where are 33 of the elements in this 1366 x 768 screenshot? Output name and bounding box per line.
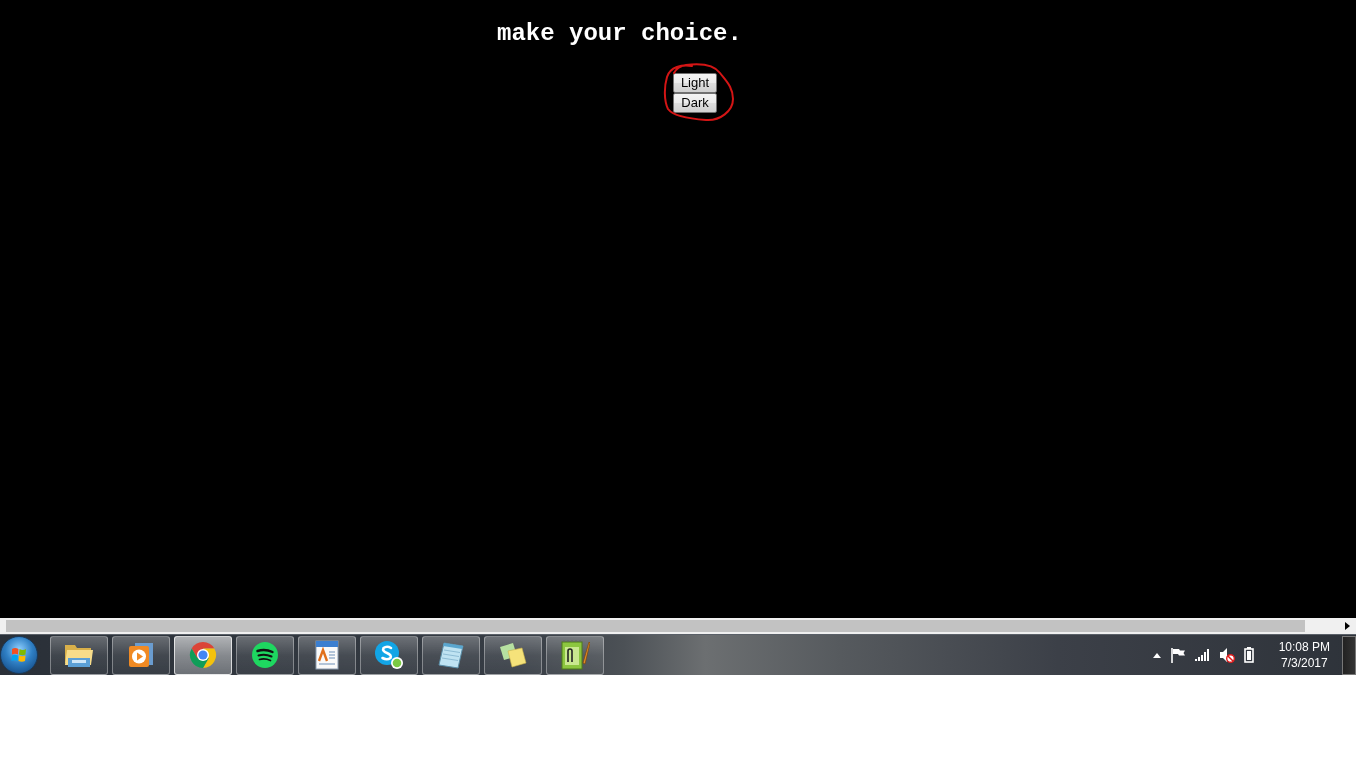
taskbar-app-button[interactable] <box>174 635 232 675</box>
taskbar-app-button[interactable] <box>546 635 604 675</box>
taskbar-app-button[interactable] <box>422 635 480 675</box>
document-icon <box>315 640 339 670</box>
circle-waves-icon <box>251 641 279 669</box>
taskbar-app-button[interactable] <box>484 635 542 675</box>
pencil-page-icon <box>560 639 590 671</box>
sticky-notes-icon <box>498 641 528 669</box>
taskbar-app-button[interactable] <box>112 635 170 675</box>
taskbar-app-button[interactable] <box>298 635 356 675</box>
flag-icon <box>11 647 27 663</box>
battery-icon[interactable] <box>1243 647 1254 663</box>
taskbar-app-button[interactable] <box>236 635 294 675</box>
taskbar-app-button[interactable] <box>360 635 418 675</box>
round-logo-icon <box>374 640 404 670</box>
muted-speaker-icon[interactable] <box>1218 647 1235 663</box>
tricolor-ring-icon <box>189 641 217 669</box>
scrollbar-thumb[interactable] <box>6 620 1305 632</box>
option-button[interactable]: Dark <box>673 93 717 113</box>
show-desktop-button[interactable] <box>1342 635 1356 675</box>
caret-up-icon[interactable] <box>1152 652 1161 658</box>
notepad-icon <box>436 640 466 670</box>
option-button[interactable]: Light <box>673 73 717 93</box>
signal-bars-icon[interactable] <box>1194 649 1210 661</box>
horizontal-scrollbar[interactable] <box>0 618 1356 634</box>
play-icon <box>127 641 155 669</box>
flag-icon[interactable] <box>1169 647 1186 663</box>
taskbar-app-button[interactable] <box>50 635 108 675</box>
clock-time: 10:08 PM <box>1278 639 1330 655</box>
page-heading: make your choice. <box>497 22 742 46</box>
start-button[interactable] <box>0 636 38 674</box>
caret-right-icon[interactable] <box>1345 622 1350 630</box>
clock-date: 7/3/2017 <box>1280 655 1328 671</box>
